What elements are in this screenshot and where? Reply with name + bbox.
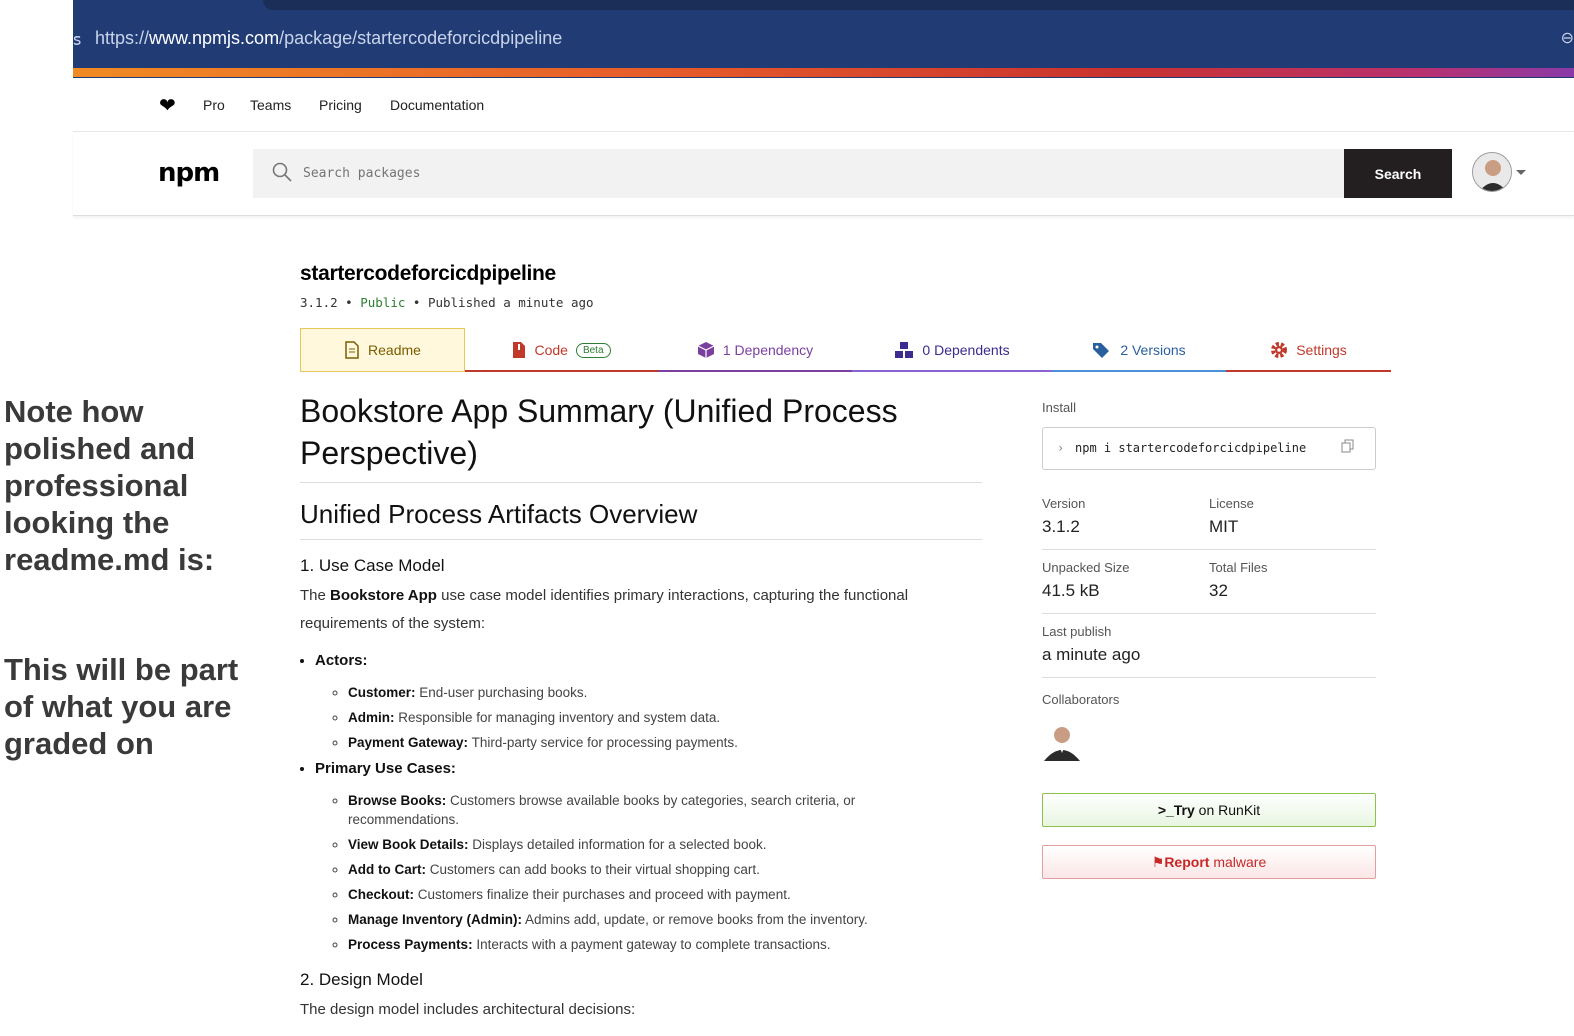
tab-settings-label: Settings bbox=[1296, 342, 1347, 358]
try-runkit-button[interactable]: >_Try on RunKit bbox=[1042, 793, 1376, 827]
readme-heading-design: 2. Design Model bbox=[300, 970, 423, 989]
gear-icon bbox=[1271, 342, 1288, 358]
package-version: 3.1.2 bbox=[300, 295, 338, 310]
list-item: Browse Books: Customers browse available… bbox=[348, 791, 982, 829]
top-nav: ❤ Pro Teams Pricing Documentation bbox=[73, 78, 1574, 132]
install-label: Install bbox=[1042, 400, 1076, 415]
brand-gradient-bar bbox=[73, 68, 1574, 77]
search-button[interactable]: Search bbox=[1344, 149, 1452, 198]
browser-bar: ꜱ https://www.npmjs.com/package/starterc… bbox=[73, 0, 1574, 78]
list-item: Checkout: Customers finalize their purch… bbox=[348, 885, 982, 904]
search-icon bbox=[272, 162, 292, 182]
list-item: Admin: Responsible for managing inventor… bbox=[348, 708, 982, 727]
package-published: Published a minute ago bbox=[427, 295, 594, 310]
address-bar[interactable]: https://www.npmjs.com/package/startercod… bbox=[95, 28, 562, 49]
nav-pricing[interactable]: Pricing bbox=[319, 97, 362, 113]
chevron-right-icon: › bbox=[1057, 441, 1065, 455]
package-meta: 3.1.2 • Public • Published a minute ago bbox=[300, 295, 594, 310]
chevron-down-icon[interactable] bbox=[1516, 170, 1526, 175]
license-value: MIT bbox=[1209, 517, 1239, 536]
package-visibility: Public bbox=[360, 295, 406, 310]
annotation-note: Note how polished and professional looki… bbox=[4, 394, 215, 577]
package-tabs: Readme Code Beta 1 Dependency 0 Dependen… bbox=[300, 328, 1391, 372]
list-item: Customer: End-user purchasing books. bbox=[348, 683, 982, 702]
url-prefix: https:// bbox=[95, 28, 150, 48]
npm-logo[interactable]: npm bbox=[158, 160, 220, 186]
collaborators-block: Collaborators bbox=[1042, 678, 1376, 761]
report-malware-button[interactable]: ⚑Report malware bbox=[1042, 845, 1376, 879]
collaborator-avatar[interactable] bbox=[1042, 721, 1082, 761]
search-box bbox=[253, 149, 1344, 198]
list-item: View Book Details: Displays detailed inf… bbox=[348, 835, 982, 854]
beta-badge: Beta bbox=[575, 342, 611, 358]
version-label: Version bbox=[1042, 496, 1086, 511]
tab-readme-label: Readme bbox=[368, 342, 421, 358]
tags-icon bbox=[1093, 343, 1110, 358]
package-name: startercodeforcicdpipeline bbox=[300, 262, 556, 285]
package-sidebar: Install › npm i startercodeforcicdpipeli… bbox=[1042, 400, 1376, 879]
document-icon bbox=[345, 341, 359, 359]
size-value: 41.5 kB bbox=[1042, 581, 1100, 600]
heart-icon[interactable]: ❤ bbox=[159, 93, 176, 118]
install-command: npm i startercodeforcicdpipeline bbox=[1075, 441, 1307, 455]
tab-strip bbox=[263, 0, 1574, 10]
copy-icon[interactable] bbox=[1341, 439, 1355, 453]
tab-versions-label: 2 Versions bbox=[1120, 342, 1186, 358]
readme-list: Actors: Customer: End-user purchasing bo… bbox=[300, 652, 982, 954]
list-item: Primary Use Cases: Browse Books: Custome… bbox=[315, 760, 982, 954]
tab-readme[interactable]: Readme bbox=[300, 328, 465, 372]
box-icon bbox=[697, 342, 715, 358]
tab-dependency[interactable]: 1 Dependency bbox=[658, 328, 852, 372]
last-publish-label: Last publish bbox=[1042, 624, 1112, 639]
readme-intro: The Bookstore App use case model identif… bbox=[300, 587, 909, 632]
readme-design-text: The design model includes architectural … bbox=[300, 1001, 636, 1018]
version-license-row: Version 3.1.2 License MIT bbox=[1042, 486, 1376, 550]
license-label: License bbox=[1209, 496, 1254, 511]
list-item: Payment Gateway: Third-party service for… bbox=[348, 733, 982, 752]
readme-title: Bookstore App Summary (Unified Process P… bbox=[300, 390, 982, 483]
tab-settings[interactable]: Settings bbox=[1226, 328, 1391, 372]
readme-content: Bookstore App Summary (Unified Process P… bbox=[300, 390, 982, 1024]
site-header: npm Search bbox=[73, 132, 1574, 216]
files-value: 32 bbox=[1209, 581, 1228, 600]
nav-pro[interactable]: Pro bbox=[203, 97, 225, 113]
search-input[interactable] bbox=[303, 149, 1333, 198]
zoom-icon[interactable]: ⊖ bbox=[1561, 28, 1574, 48]
tab-dependents-label: 0 Dependents bbox=[922, 342, 1010, 358]
tab-dependents[interactable]: 0 Dependents bbox=[852, 328, 1052, 372]
size-label: Unpacked Size bbox=[1042, 560, 1130, 575]
last-publish-value: a minute ago bbox=[1042, 645, 1141, 664]
tab-code-label: Code bbox=[534, 342, 568, 358]
tab-code[interactable]: Code Beta bbox=[465, 328, 658, 372]
list-item: Process Payments: Interacts with a payme… bbox=[348, 935, 982, 954]
file-zip-icon bbox=[513, 342, 526, 358]
list-item: Manage Inventory (Admin): Admins add, up… bbox=[348, 910, 982, 929]
files-label: Total Files bbox=[1209, 560, 1268, 575]
version-value: 3.1.2 bbox=[1042, 517, 1080, 536]
tab-versions[interactable]: 2 Versions bbox=[1052, 328, 1226, 372]
last-publish-block: Last publish a minute ago bbox=[1042, 614, 1376, 678]
boxes-icon bbox=[895, 342, 914, 358]
browser-edge-glyph: ꜱ bbox=[73, 32, 82, 49]
flag-icon: ⚑ bbox=[1151, 854, 1165, 870]
user-avatar[interactable] bbox=[1472, 152, 1512, 192]
list-item: Actors: Customer: End-user purchasing bo… bbox=[315, 652, 982, 752]
nav-teams[interactable]: Teams bbox=[250, 97, 291, 113]
annotation-grading: This will be part of what you are graded… bbox=[4, 652, 239, 761]
nav-documentation[interactable]: Documentation bbox=[390, 97, 484, 113]
install-command-box[interactable]: › npm i startercodeforcicdpipeline bbox=[1042, 427, 1376, 470]
list-item: Add to Cart: Customers can add books to … bbox=[348, 860, 982, 879]
readme-heading-use-case: 1. Use Case Model bbox=[300, 556, 445, 575]
size-files-row: Unpacked Size 41.5 kB Total Files 32 bbox=[1042, 550, 1376, 614]
url-path: /package/startercodeforcicdpipeline bbox=[279, 28, 563, 48]
url-domain: www.npmjs.com bbox=[149, 28, 280, 48]
tab-dependency-label: 1 Dependency bbox=[722, 342, 814, 358]
readme-heading-overview: Unified Process Artifacts Overview bbox=[300, 499, 982, 540]
collaborators-label: Collaborators bbox=[1042, 692, 1120, 707]
